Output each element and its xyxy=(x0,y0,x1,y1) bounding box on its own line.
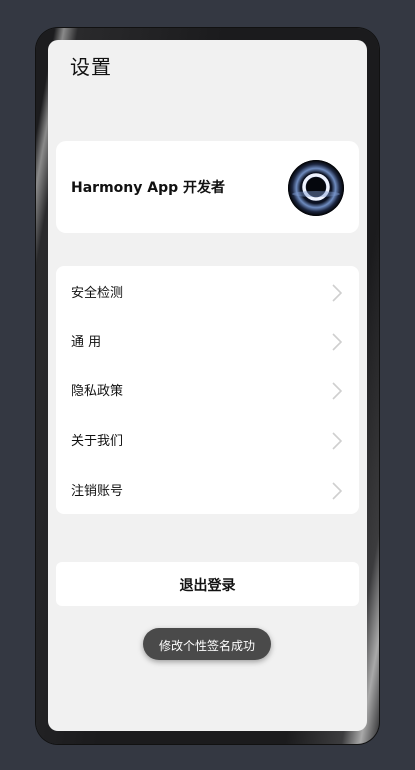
logout-label: 退出登录 xyxy=(179,578,236,594)
menu-item-general[interactable]: 通 用 xyxy=(56,315,359,364)
profile-name: Harmony App 开发者 xyxy=(71,180,225,196)
chevron-right-icon xyxy=(332,382,343,400)
menu-item-security-check[interactable]: 安全检测 xyxy=(56,266,359,315)
toast-notification: 修改个性签名成功 xyxy=(143,628,271,660)
page-title: 设置 xyxy=(70,55,112,79)
menu-item-label: 通 用 xyxy=(71,335,102,350)
eclipse-ring-icon xyxy=(288,160,344,216)
menu-item-label: 隐私政策 xyxy=(71,384,124,399)
avatar[interactable] xyxy=(288,160,344,216)
profile-card[interactable]: Harmony App 开发者 xyxy=(56,141,359,233)
chevron-right-icon xyxy=(332,482,343,500)
logout-button[interactable]: 退出登录 xyxy=(56,562,359,606)
menu-item-label: 关于我们 xyxy=(71,434,124,449)
menu-item-label: 安全检测 xyxy=(71,286,124,301)
toast-message: 修改个性签名成功 xyxy=(158,639,255,653)
menu-item-privacy-policy[interactable]: 隐私政策 xyxy=(56,364,359,413)
chevron-right-icon xyxy=(332,432,343,450)
chevron-right-icon xyxy=(332,284,343,302)
chevron-right-icon xyxy=(332,333,343,351)
menu-item-about-us[interactable]: 关于我们 xyxy=(56,414,359,463)
menu-item-delete-account[interactable]: 注销账号 xyxy=(56,464,359,513)
menu-card: 安全检测 通 用 隐私政策 关于我们 注销账号 xyxy=(56,266,359,514)
settings-screen: 设置 Harmony App 开发者 安全检测 通 用 隐私政策 关于我们 注销… xyxy=(48,40,367,731)
menu-item-label: 注销账号 xyxy=(71,484,124,499)
